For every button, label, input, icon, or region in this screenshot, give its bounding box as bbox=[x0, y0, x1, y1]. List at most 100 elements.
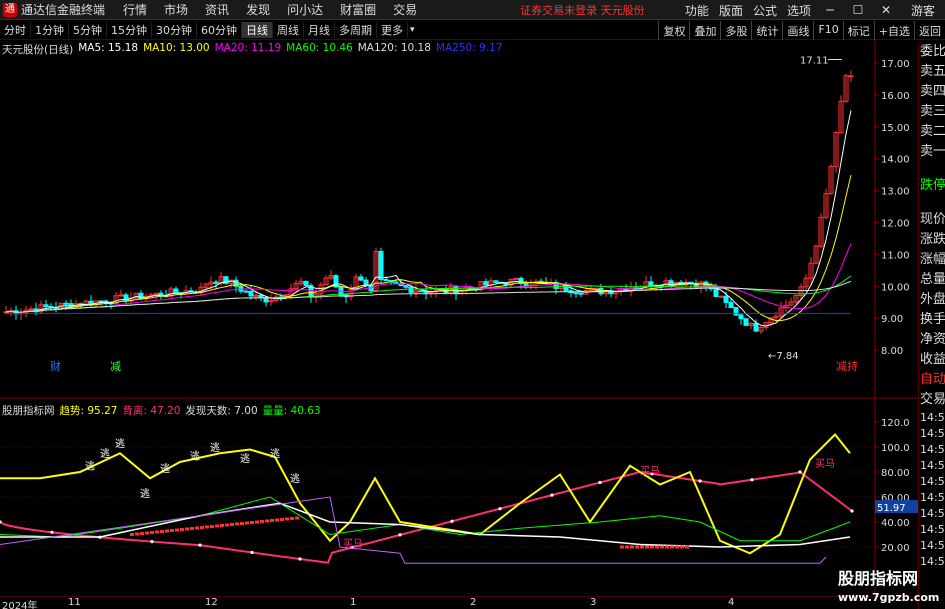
indicator-tick-label: 100.0 bbox=[881, 443, 910, 454]
tool-f10[interactable]: F10 bbox=[813, 21, 842, 40]
candle-body bbox=[138, 292, 144, 300]
divergence-dot bbox=[750, 478, 754, 482]
period-intraday[interactable]: 分时 bbox=[0, 22, 31, 38]
divergence-dot bbox=[50, 530, 54, 534]
period-multi[interactable]: 多周期 bbox=[335, 22, 377, 38]
menu-discover[interactable]: 发现 bbox=[246, 1, 270, 18]
menu-quotes[interactable]: 行情 bbox=[123, 1, 147, 18]
chevron-down-icon[interactable]: ▾ bbox=[410, 25, 415, 35]
side-panel-label bbox=[919, 162, 945, 176]
divergence-dot bbox=[598, 480, 602, 485]
candle-body bbox=[173, 288, 179, 294]
price-tick-label: 11.00 bbox=[881, 250, 910, 261]
side-panel-label: 14:56 bbox=[920, 539, 945, 552]
kline-chart[interactable]: 17.00 16.00 15.00 14.00 13.00 12.00 11.00 10.00… bbox=[0, 40, 918, 597]
menu-formula[interactable]: 公式 bbox=[753, 2, 777, 19]
candle-body bbox=[303, 280, 309, 287]
side-panel-label: 14:56 bbox=[920, 475, 945, 488]
side-panel-label: 现价 bbox=[920, 212, 945, 227]
escape-mark: 逃 bbox=[140, 487, 150, 500]
tool-statistics[interactable]: 统计 bbox=[751, 21, 782, 40]
tool-add-watchlist[interactable]: +自选 bbox=[873, 21, 914, 40]
tool-back[interactable]: 返回 bbox=[914, 21, 945, 40]
side-panel-label: 卖一 bbox=[920, 144, 945, 159]
period-30min[interactable]: 30分钟 bbox=[152, 22, 197, 38]
side-panel-label: 14:56 bbox=[920, 555, 945, 568]
candle-body bbox=[118, 294, 124, 297]
candle-body bbox=[253, 294, 259, 297]
divergence-dot bbox=[298, 557, 302, 561]
menu-ask[interactable]: 问小达 bbox=[287, 1, 323, 18]
watermark-url: www.7gpzb.com bbox=[838, 591, 940, 604]
guest-label[interactable]: 游客 bbox=[911, 2, 935, 19]
candle-body bbox=[418, 290, 424, 293]
menu-bar: 通 通达信金融终端 行情 市场 资讯 发现 问小达 财富圈 交易 证券交易未登录… bbox=[0, 0, 945, 20]
menu-options[interactable]: 选项 bbox=[787, 2, 811, 19]
escape-mark: 逃 bbox=[210, 441, 220, 454]
date-tick: 4 bbox=[728, 597, 735, 608]
date-axis: 2024年 11 12 1 2 3 4 bbox=[0, 597, 918, 609]
candle-body bbox=[753, 322, 759, 332]
menu-market[interactable]: 市场 bbox=[164, 1, 188, 18]
divergence-dot bbox=[250, 550, 254, 555]
indicator-tick-label: 20.00 bbox=[881, 543, 910, 554]
tool-multi-stock[interactable]: 多股 bbox=[720, 21, 751, 40]
side-panel-label: 涨跌 bbox=[920, 232, 945, 247]
indicator-line-trend bbox=[0, 433, 851, 555]
candle-body bbox=[513, 277, 519, 280]
tool-restore-rights[interactable]: 复权 bbox=[658, 21, 689, 40]
current-value-label: 51.97 bbox=[877, 503, 906, 514]
side-panel-label: 14:56 bbox=[920, 459, 945, 472]
quote-side-panel: 委比卖五卖四卖三卖二卖一跌停现价涨跌涨幅总量外盘换手净资收益自动交易 14:56 1… bbox=[918, 42, 945, 609]
date-tick: 2024年 bbox=[2, 601, 38, 609]
menu-trade[interactable]: 交易 bbox=[393, 1, 417, 18]
login-warning[interactable]: 证券交易未登录 天元股份 bbox=[520, 2, 645, 18]
tool-draw[interactable]: 画线 bbox=[782, 21, 813, 40]
indicator-line-volume bbox=[0, 496, 851, 542]
side-panel-label: 卖二 bbox=[920, 124, 945, 139]
tool-mark[interactable]: 标记 bbox=[842, 21, 874, 40]
side-panel-label: 14:56 bbox=[920, 507, 945, 520]
minimize-icon[interactable]: ─ bbox=[821, 3, 839, 17]
divergence-dot bbox=[150, 540, 154, 544]
candle-body bbox=[43, 304, 49, 308]
period-15min[interactable]: 15分钟 bbox=[107, 22, 152, 38]
period-bar: 分时 1分钟 5分钟 15分钟 30分钟 60分钟 日线 周线 月线 多周期 更… bbox=[0, 21, 945, 40]
divergence-dot bbox=[450, 519, 454, 523]
menu-news[interactable]: 资讯 bbox=[205, 1, 229, 18]
candle-body bbox=[383, 278, 389, 282]
tool-overlay[interactable]: 叠加 bbox=[689, 21, 720, 40]
candle-body bbox=[718, 295, 724, 298]
maximize-icon[interactable]: ☐ bbox=[849, 3, 867, 17]
date-tick: 3 bbox=[590, 597, 597, 608]
menu-function[interactable]: 功能 bbox=[685, 2, 709, 19]
candle-body bbox=[723, 295, 729, 303]
price-tick-label: 17.00 bbox=[881, 59, 910, 70]
price-tick-label: 8.00 bbox=[881, 346, 903, 357]
candle-body bbox=[123, 294, 129, 302]
indicator-line-days bbox=[0, 496, 827, 564]
price-tick-label: 13.00 bbox=[881, 187, 910, 198]
period-weekly[interactable]: 周线 bbox=[273, 22, 304, 38]
period-5min[interactable]: 5分钟 bbox=[69, 22, 107, 38]
escape-mark: 逃 bbox=[270, 447, 280, 460]
side-panel-label: 14:56 bbox=[920, 427, 945, 440]
divergence-dot bbox=[498, 507, 502, 511]
period-more[interactable]: 更多 bbox=[377, 22, 408, 38]
indicator-tick-label: 40.00 bbox=[881, 518, 910, 529]
period-60min[interactable]: 60分钟 bbox=[197, 22, 242, 38]
period-1min[interactable]: 1分钟 bbox=[31, 22, 69, 38]
side-panel-label: 换手 bbox=[920, 312, 945, 327]
event-mark-reduce: 减 bbox=[110, 360, 121, 373]
period-monthly[interactable]: 月线 bbox=[304, 22, 335, 38]
app-logo-icon: 通 bbox=[3, 2, 17, 17]
side-panel-label bbox=[919, 196, 945, 210]
menu-wealth[interactable]: 财富圈 bbox=[340, 1, 376, 18]
escape-mark: 逃 bbox=[290, 472, 300, 485]
price-tick-label: 10.00 bbox=[881, 282, 910, 293]
low-price-label: ←7.84 bbox=[768, 351, 799, 362]
side-panel-label: 总量 bbox=[920, 272, 945, 287]
menu-layout[interactable]: 版面 bbox=[719, 2, 743, 19]
close-icon[interactable]: ✕ bbox=[877, 3, 895, 17]
period-daily[interactable]: 日线 bbox=[242, 22, 273, 38]
